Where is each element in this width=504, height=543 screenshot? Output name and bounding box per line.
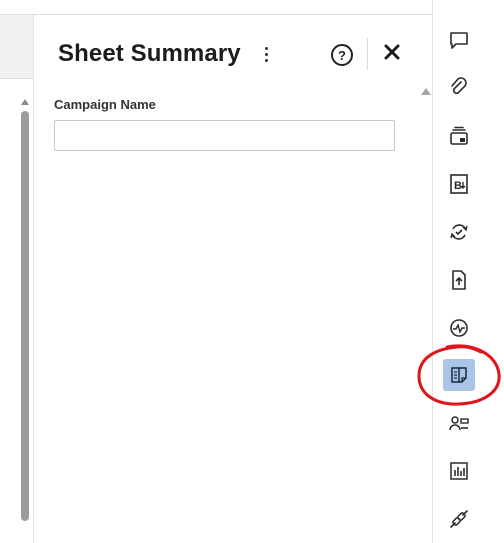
sheet-summary-panel: Sheet Summary ? Campaign Name xyxy=(34,15,432,543)
brandfolder-icon: B xyxy=(450,174,468,194)
attachments-button[interactable] xyxy=(443,72,475,104)
help-button[interactable]: ? xyxy=(331,44,353,66)
header-divider xyxy=(367,38,368,70)
update-requests-button[interactable] xyxy=(443,216,475,248)
more-dot xyxy=(264,58,268,62)
more-dot xyxy=(264,46,268,50)
window-top-strip xyxy=(0,0,432,15)
grid-scroll-up-arrow[interactable] xyxy=(21,99,29,105)
activity-log-button[interactable] xyxy=(443,312,475,344)
sheet-summary-icon xyxy=(451,367,467,383)
comments-button[interactable] xyxy=(443,24,475,56)
more-options-button[interactable] xyxy=(258,43,274,65)
sheet-grid-edge xyxy=(0,15,34,543)
svg-text:B: B xyxy=(454,180,462,192)
close-button[interactable] xyxy=(382,42,402,62)
sheet-header-edge xyxy=(0,15,33,79)
publish-icon xyxy=(452,270,466,290)
contacts-button[interactable] xyxy=(443,408,475,440)
proofs-button[interactable] xyxy=(443,120,475,152)
panel-scroll-up-arrow[interactable] xyxy=(421,88,431,95)
campaign-name-input[interactable] xyxy=(54,120,395,151)
connectors-button[interactable] xyxy=(443,503,475,535)
sheet-summary-button[interactable] xyxy=(443,359,475,391)
insights-icon xyxy=(450,462,468,480)
more-dot xyxy=(264,52,268,56)
panel-title: Sheet Summary xyxy=(58,40,241,67)
insights-button[interactable] xyxy=(443,455,475,487)
close-icon xyxy=(384,44,400,60)
comment-icon xyxy=(450,32,468,49)
activity-log-icon xyxy=(450,319,468,337)
brandfolder-button[interactable]: B xyxy=(443,168,475,200)
publish-button[interactable] xyxy=(443,264,475,296)
grid-scrollbar-thumb[interactable] xyxy=(21,111,29,521)
update-requests-icon xyxy=(450,224,468,240)
attachment-icon xyxy=(451,77,467,95)
right-tool-rail: B xyxy=(432,0,504,543)
contacts-icon xyxy=(449,416,469,431)
connectors-icon xyxy=(450,510,468,528)
proofing-icon xyxy=(450,126,468,145)
campaign-name-label: Campaign Name xyxy=(54,97,156,112)
